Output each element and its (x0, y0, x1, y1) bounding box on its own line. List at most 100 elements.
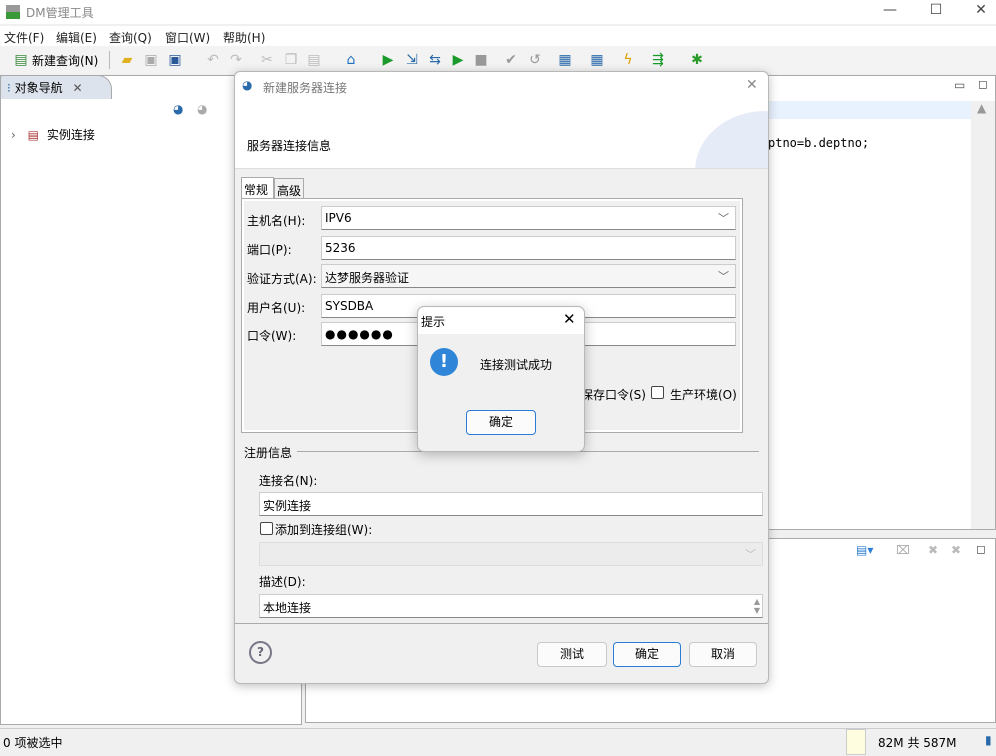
redo-icon[interactable]: ↷ (227, 51, 245, 69)
alert-dialog: 提示 ✕ ! 连接测试成功 确定 (417, 306, 585, 452)
menu-edit[interactable]: 编辑(E) (56, 29, 97, 46)
new-query-icon[interactable]: ▤ (12, 51, 30, 69)
cut-icon[interactable]: ✂ (258, 51, 276, 69)
maximize-button[interactable]: ☐ (921, 2, 951, 22)
chevron-down-icon: ﹀ (745, 548, 756, 561)
alert-title: 提示 (421, 315, 446, 329)
menu-file[interactable]: 文件(F) (4, 29, 44, 46)
port-label: 端口(P): (247, 243, 292, 257)
alert-title-bar: 提示 ✕ (418, 307, 584, 334)
minimize-button[interactable]: — (875, 2, 905, 22)
tab-general[interactable]: 常规 (241, 177, 274, 198)
connection-icon: ◕ (242, 78, 253, 92)
connect-icon[interactable]: ◕ (173, 102, 183, 116)
alert-ok-button[interactable]: 确定 (466, 410, 536, 435)
app-icon (6, 5, 20, 19)
maximize-view-icon[interactable]: ◻ (978, 77, 988, 91)
toolbar: ▤ 新建查询(N) ▰ ▣ ▣ ↶ ↷ ✂ ❐ ▤ ⌂ ▶ ⇲ ⇆ ▶ ■ ✔ … (0, 46, 996, 74)
new-query-button[interactable]: 新建查询(N) (32, 52, 98, 69)
tab-label: 常规 (244, 183, 269, 197)
undo-icon[interactable]: ↶ (204, 51, 222, 69)
save-all-icon[interactable]: ▣ (166, 51, 184, 69)
footer-divider (235, 623, 768, 624)
gc-icon[interactable]: ▮ (985, 733, 992, 747)
password-label: 口令(W): (247, 329, 297, 343)
close-button[interactable]: ✕ (966, 2, 996, 22)
host-combobox[interactable]: IPV6 ﹀ (321, 206, 736, 230)
save-password-label[interactable]: 保存口令(S) (581, 386, 646, 403)
group-combobox[interactable]: ﹀ (259, 542, 763, 566)
analyze-icon[interactable]: ϟ (619, 51, 637, 69)
disconnect-icon[interactable]: ◕ (197, 102, 207, 116)
title-bar: DM管理工具 — ☐ ✕ (0, 0, 996, 24)
app-title: DM管理工具 (26, 6, 94, 20)
production-label[interactable]: 生产环境(O) (670, 386, 737, 403)
remove-all-icon[interactable]: ✖ (951, 543, 961, 557)
tab-label: 对象导航 (14, 81, 63, 95)
status-bar: 0 项被选中 82M 共 587M ▮ (0, 728, 996, 756)
memory-status: 82M 共 587M (878, 736, 957, 750)
auth-label: 验证方式(A): (247, 272, 317, 286)
stop-icon[interactable]: ■ (472, 51, 490, 69)
rollback-icon[interactable]: ↺ (526, 51, 544, 69)
textarea-scrollbar[interactable]: ▲ ▼ (754, 597, 760, 615)
home-icon[interactable]: ⌂ (342, 51, 360, 69)
close-tab-icon[interactable]: ✕ (73, 81, 83, 95)
chevron-down-icon: ﹀ (718, 212, 729, 225)
run-step-icon[interactable]: ⇲ (403, 51, 421, 69)
tree-item-label: 实例连接 (46, 128, 95, 142)
status-indicator (846, 729, 866, 755)
add-group-checkbox[interactable] (260, 522, 273, 535)
editor-scrollbar[interactable]: ▲ (971, 101, 995, 529)
info-icon: ! (430, 348, 458, 376)
desc-label: 描述(D): (259, 575, 306, 589)
host-value: IPV6 (325, 211, 352, 225)
cancel-button[interactable]: 取消 (689, 642, 757, 667)
minimize-view-icon[interactable]: ▭ (954, 78, 965, 92)
auth-combobox[interactable]: 达梦服务器验证 ﹀ (321, 264, 736, 288)
expand-icon[interactable]: › (11, 128, 16, 142)
user-label: 用户名(U): (247, 301, 306, 315)
production-checkbox[interactable] (651, 386, 664, 399)
ok-button[interactable]: 确定 (613, 642, 681, 667)
host-label: 主机名(H): (247, 214, 306, 228)
save-icon[interactable]: ▣ (142, 51, 160, 69)
tab-object-navigator[interactable]: ⁝ 对象导航 ✕ (0, 75, 112, 99)
tab-label: 高级 (277, 184, 302, 198)
run-lines-icon[interactable]: ⇆ (426, 51, 444, 69)
explain-icon[interactable]: ▦ (556, 51, 574, 69)
copy-icon[interactable]: ❐ (282, 51, 300, 69)
conn-name-input[interactable]: 实例连接 (259, 492, 763, 516)
clear-icon[interactable]: ⌧ (896, 543, 910, 557)
desc-textarea[interactable]: 本地连接 ▲ ▼ (259, 594, 763, 618)
alert-close-icon[interactable]: ✕ (563, 310, 576, 328)
run-icon[interactable]: ▶ (379, 51, 397, 69)
schedule-icon[interactable]: ▦ (588, 51, 606, 69)
commit-icon[interactable]: ✔ (502, 51, 520, 69)
port-input[interactable]: 5236 (321, 236, 736, 260)
auth-value: 达梦服务器验证 (325, 271, 410, 285)
menu-query[interactable]: 查询(Q) (109, 29, 152, 46)
run-script-icon[interactable]: ▶ (449, 51, 467, 69)
add-group-label[interactable]: 添加到连接组(W): (275, 521, 372, 538)
server-icon: ▤ (27, 128, 39, 142)
remove-icon[interactable]: ✖ (928, 543, 938, 557)
menu-help[interactable]: 帮助(H) (223, 29, 265, 46)
menu-window[interactable]: 窗口(W) (165, 29, 210, 46)
test-button[interactable]: 测试 (537, 642, 607, 667)
console-icon[interactable]: ▤▾ (856, 543, 873, 557)
paste-icon[interactable]: ▤ (305, 51, 323, 69)
alert-message: 连接测试成功 (480, 358, 553, 372)
debug-icon[interactable]: ✱ (688, 51, 706, 69)
dialog-close-icon[interactable]: ✕ (746, 77, 758, 93)
tab-advanced[interactable]: 高级 (274, 178, 304, 198)
open-icon[interactable]: ▰ (118, 51, 136, 69)
navigator-icon: ⁝ (7, 81, 11, 95)
tree-item-instance[interactable]: › ▤ 实例连接 (11, 126, 95, 143)
selection-status: 0 项被选中 (3, 736, 63, 750)
help-icon[interactable]: ? (249, 641, 272, 664)
migrate-icon[interactable]: ⇶ (649, 51, 667, 69)
maximize-view-icon[interactable]: ◻ (976, 542, 986, 556)
dialog-header: 服务器连接信息 (235, 101, 768, 169)
dialog-header-title: 服务器连接信息 (247, 139, 332, 153)
